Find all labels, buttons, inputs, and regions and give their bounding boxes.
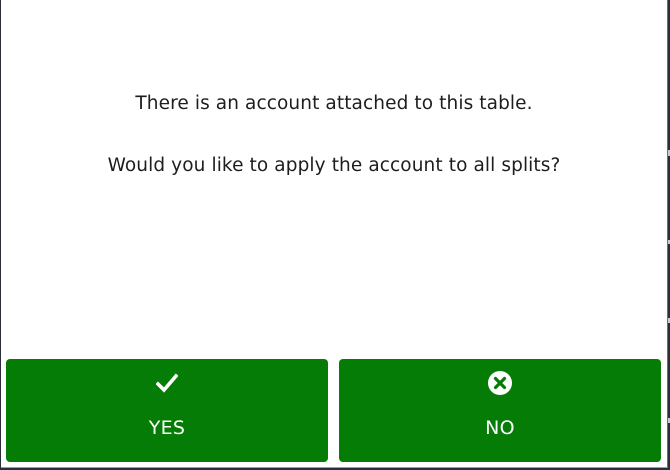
message-gap: [1, 119, 667, 150]
dialog-message: There is an account attached to this tab…: [1, 88, 667, 181]
yes-button[interactable]: YES: [6, 359, 328, 462]
x-circle-icon: [339, 369, 661, 397]
message-line-account-attached: There is an account attached to this tab…: [135, 93, 533, 114]
checkmark-icon: [6, 369, 328, 397]
app-frame: There is an account attached to this tab…: [0, 0, 670, 470]
confirmation-dialog: There is an account attached to this tab…: [1, 0, 668, 468]
yes-button-label: YES: [148, 417, 186, 439]
no-button-label: NO: [485, 417, 515, 439]
message-line-apply-question: Would you like to apply the account to a…: [107, 155, 561, 176]
no-button[interactable]: NO: [339, 359, 661, 462]
